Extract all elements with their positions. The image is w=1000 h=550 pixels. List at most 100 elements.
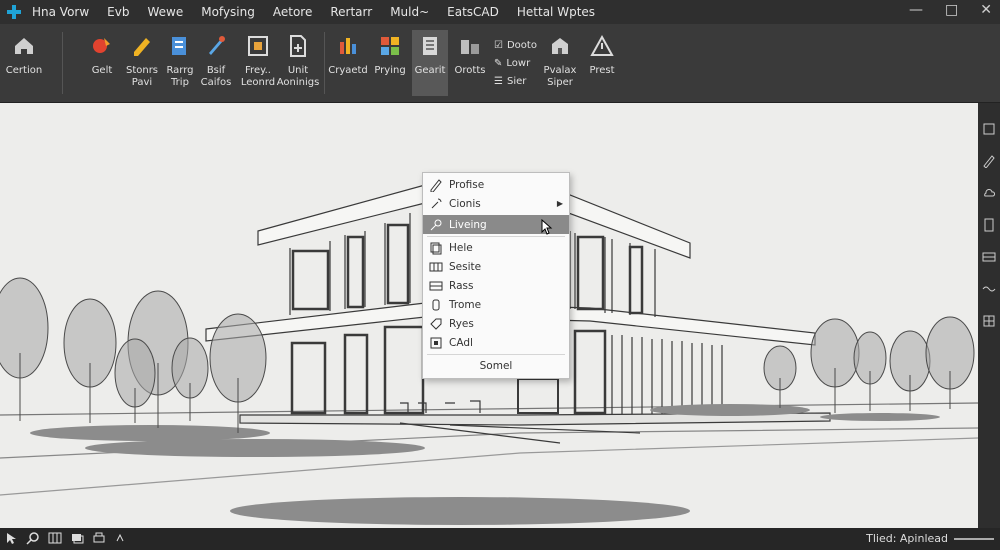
context-item-label: Cionis <box>449 197 481 210</box>
ribbon-btn-cryaetd[interactable]: Cryaetd <box>326 30 370 77</box>
cursor-icon <box>541 219 553 235</box>
tool-icon-5[interactable] <box>982 249 996 263</box>
stack-item-lowr[interactable]: ✎ Lowr <box>494 54 537 72</box>
menu-item-4[interactable]: Mofysing <box>201 5 255 19</box>
context-item-trome[interactable]: Trome <box>423 295 569 314</box>
ribbon-separator <box>62 32 63 94</box>
grid-icon <box>429 262 443 271</box>
status-bar: Tlied: Apinlead <box>0 528 1000 550</box>
context-item-profise[interactable]: Profise <box>423 175 569 194</box>
pencil-icon <box>134 38 150 56</box>
document-icon <box>984 218 994 232</box>
cylinder-icon <box>432 299 440 310</box>
context-item-rass[interactable]: Rass <box>423 276 569 295</box>
context-item-ryes[interactable]: Ryes <box>423 314 569 333</box>
pointer-icon <box>7 533 16 544</box>
maximize-button[interactable]: □ <box>945 2 958 18</box>
context-item-hele[interactable]: Hele <box>423 238 569 257</box>
minimize-button[interactable]: — <box>909 2 923 18</box>
close-button[interactable]: ✕ <box>980 2 992 18</box>
tool-icon-6[interactable] <box>982 281 996 295</box>
color-grid-icon <box>381 37 399 55</box>
ribbon-separator <box>324 32 325 94</box>
pointer-tool[interactable] <box>4 531 18 545</box>
ribbon-btn-frey[interactable]: Frey.. Leonrd <box>236 30 280 89</box>
window-controls: — □ ✕ <box>909 2 992 18</box>
ribbon-btn-bsif[interactable]: Bsif Caifos <box>194 30 238 89</box>
menu-item-8[interactable]: EatsCAD <box>447 5 499 19</box>
right-toolbar <box>978 103 1000 528</box>
tool-icon-2[interactable] <box>982 153 996 169</box>
context-item-cionis[interactable]: Cionis ▶ <box>423 194 569 213</box>
grid-tool[interactable] <box>48 531 62 545</box>
key-icon <box>430 219 442 230</box>
paint-icon <box>93 38 110 53</box>
table-icon <box>982 252 996 262</box>
status-tools <box>4 531 128 545</box>
ribbon-btn-label: Bsif Caifos <box>200 65 232 88</box>
ribbon-btn-label: Prying <box>374 65 406 76</box>
tool-icon-3[interactable] <box>982 185 996 199</box>
zoom-slider[interactable] <box>954 538 994 540</box>
ribbon-btn-gelt[interactable]: Gelt <box>80 30 124 77</box>
submenu-arrow-icon: ▶ <box>556 199 563 208</box>
tool-icon-1[interactable] <box>982 121 996 135</box>
tag-icon <box>430 318 442 330</box>
context-item-cadl[interactable]: CAdl <box>423 333 569 352</box>
ribbon-toolbar: Certion Gelt Stonrs Pavi Rarrg Trip Bsif… <box>0 24 1000 103</box>
stack-item-sier[interactable]: ☰ Sier <box>494 72 537 90</box>
ribbon-btn-pvalax[interactable]: Pvalax Siper <box>538 30 582 89</box>
drawing-canvas[interactable]: Profise Cionis ▶ Liveing Hele Sesite Ras… <box>0 103 978 528</box>
print-icon <box>93 532 105 543</box>
ribbon-btn-orotts[interactable]: Orotts <box>448 30 492 77</box>
menu-item-5[interactable]: Aetore <box>273 5 312 19</box>
context-item-label: Ryes <box>449 317 474 330</box>
ribbon-btn-label: Gelt <box>91 65 113 76</box>
ribbon-btn-unit[interactable]: Unit Aoninigs <box>276 30 320 89</box>
title-bar: Hna Vorw Evb Wewe Mofysing Aetore Rertar… <box>0 0 1000 24</box>
ribbon-btn-prying[interactable]: Prying <box>368 30 412 77</box>
ribbon-btn-certion[interactable]: Certion <box>2 30 46 77</box>
ribbon-stack: ☑ Dooto ✎ Lowr ☰ Sier <box>494 36 537 90</box>
context-menu: Profise Cionis ▶ Liveing Hele Sesite Ras… <box>422 172 570 379</box>
tool-icon-7[interactable] <box>982 313 996 327</box>
grid-icon <box>48 532 62 544</box>
context-item-label: Trome <box>449 298 482 311</box>
ribbon-btn-label: Certion <box>5 65 43 76</box>
menu-item-9[interactable]: Hettal Wptes <box>517 5 595 19</box>
edit-icon: ✎ <box>494 57 503 69</box>
stack-item-dooto[interactable]: ☑ Dooto <box>494 36 537 54</box>
layer-tool[interactable] <box>70 531 84 545</box>
menu-item-6[interactable]: Rertarr <box>330 5 372 19</box>
print-tool[interactable] <box>92 531 106 545</box>
context-item-label: Sesite <box>449 260 482 273</box>
app-logo-icon[interactable] <box>6 4 22 20</box>
context-item-sesite[interactable]: Sesite <box>423 257 569 276</box>
menu-item-2[interactable]: Evb <box>107 5 129 19</box>
cad-icon <box>430 337 442 348</box>
context-item-liveing[interactable]: Liveing <box>423 215 569 235</box>
layers-icon <box>72 534 84 544</box>
ribbon-btn-prest[interactable]: Prest <box>580 30 624 77</box>
grid-icon <box>983 315 995 327</box>
snap-icon <box>116 533 124 542</box>
context-cancel-button[interactable]: Somel <box>423 356 569 376</box>
menu-item-3[interactable]: Wewe <box>147 5 183 19</box>
ribbon-btn-label: Prest <box>589 65 615 76</box>
menu-item-1[interactable]: Hna Vorw <box>32 5 89 19</box>
context-item-label: Hele <box>449 241 473 254</box>
snap-tool[interactable] <box>114 531 128 545</box>
tool-icon-4[interactable] <box>982 217 996 232</box>
crop-icon <box>248 36 268 56</box>
context-item-label: Profise <box>449 178 485 191</box>
search-icon <box>26 532 39 545</box>
menu-item-7[interactable]: Muld~ <box>390 5 429 19</box>
home-icon <box>15 38 33 54</box>
menu-bar: Hna Vorw Evb Wewe Mofysing Aetore Rertar… <box>32 0 595 24</box>
wrench-icon <box>431 198 442 208</box>
ribbon-btn-gearit[interactable]: Gearit <box>412 30 448 96</box>
search-tool[interactable] <box>26 531 40 545</box>
stack-label: Lowr <box>506 57 531 69</box>
stack-label: Sier <box>506 75 527 87</box>
stack-label: Dooto <box>506 39 537 51</box>
